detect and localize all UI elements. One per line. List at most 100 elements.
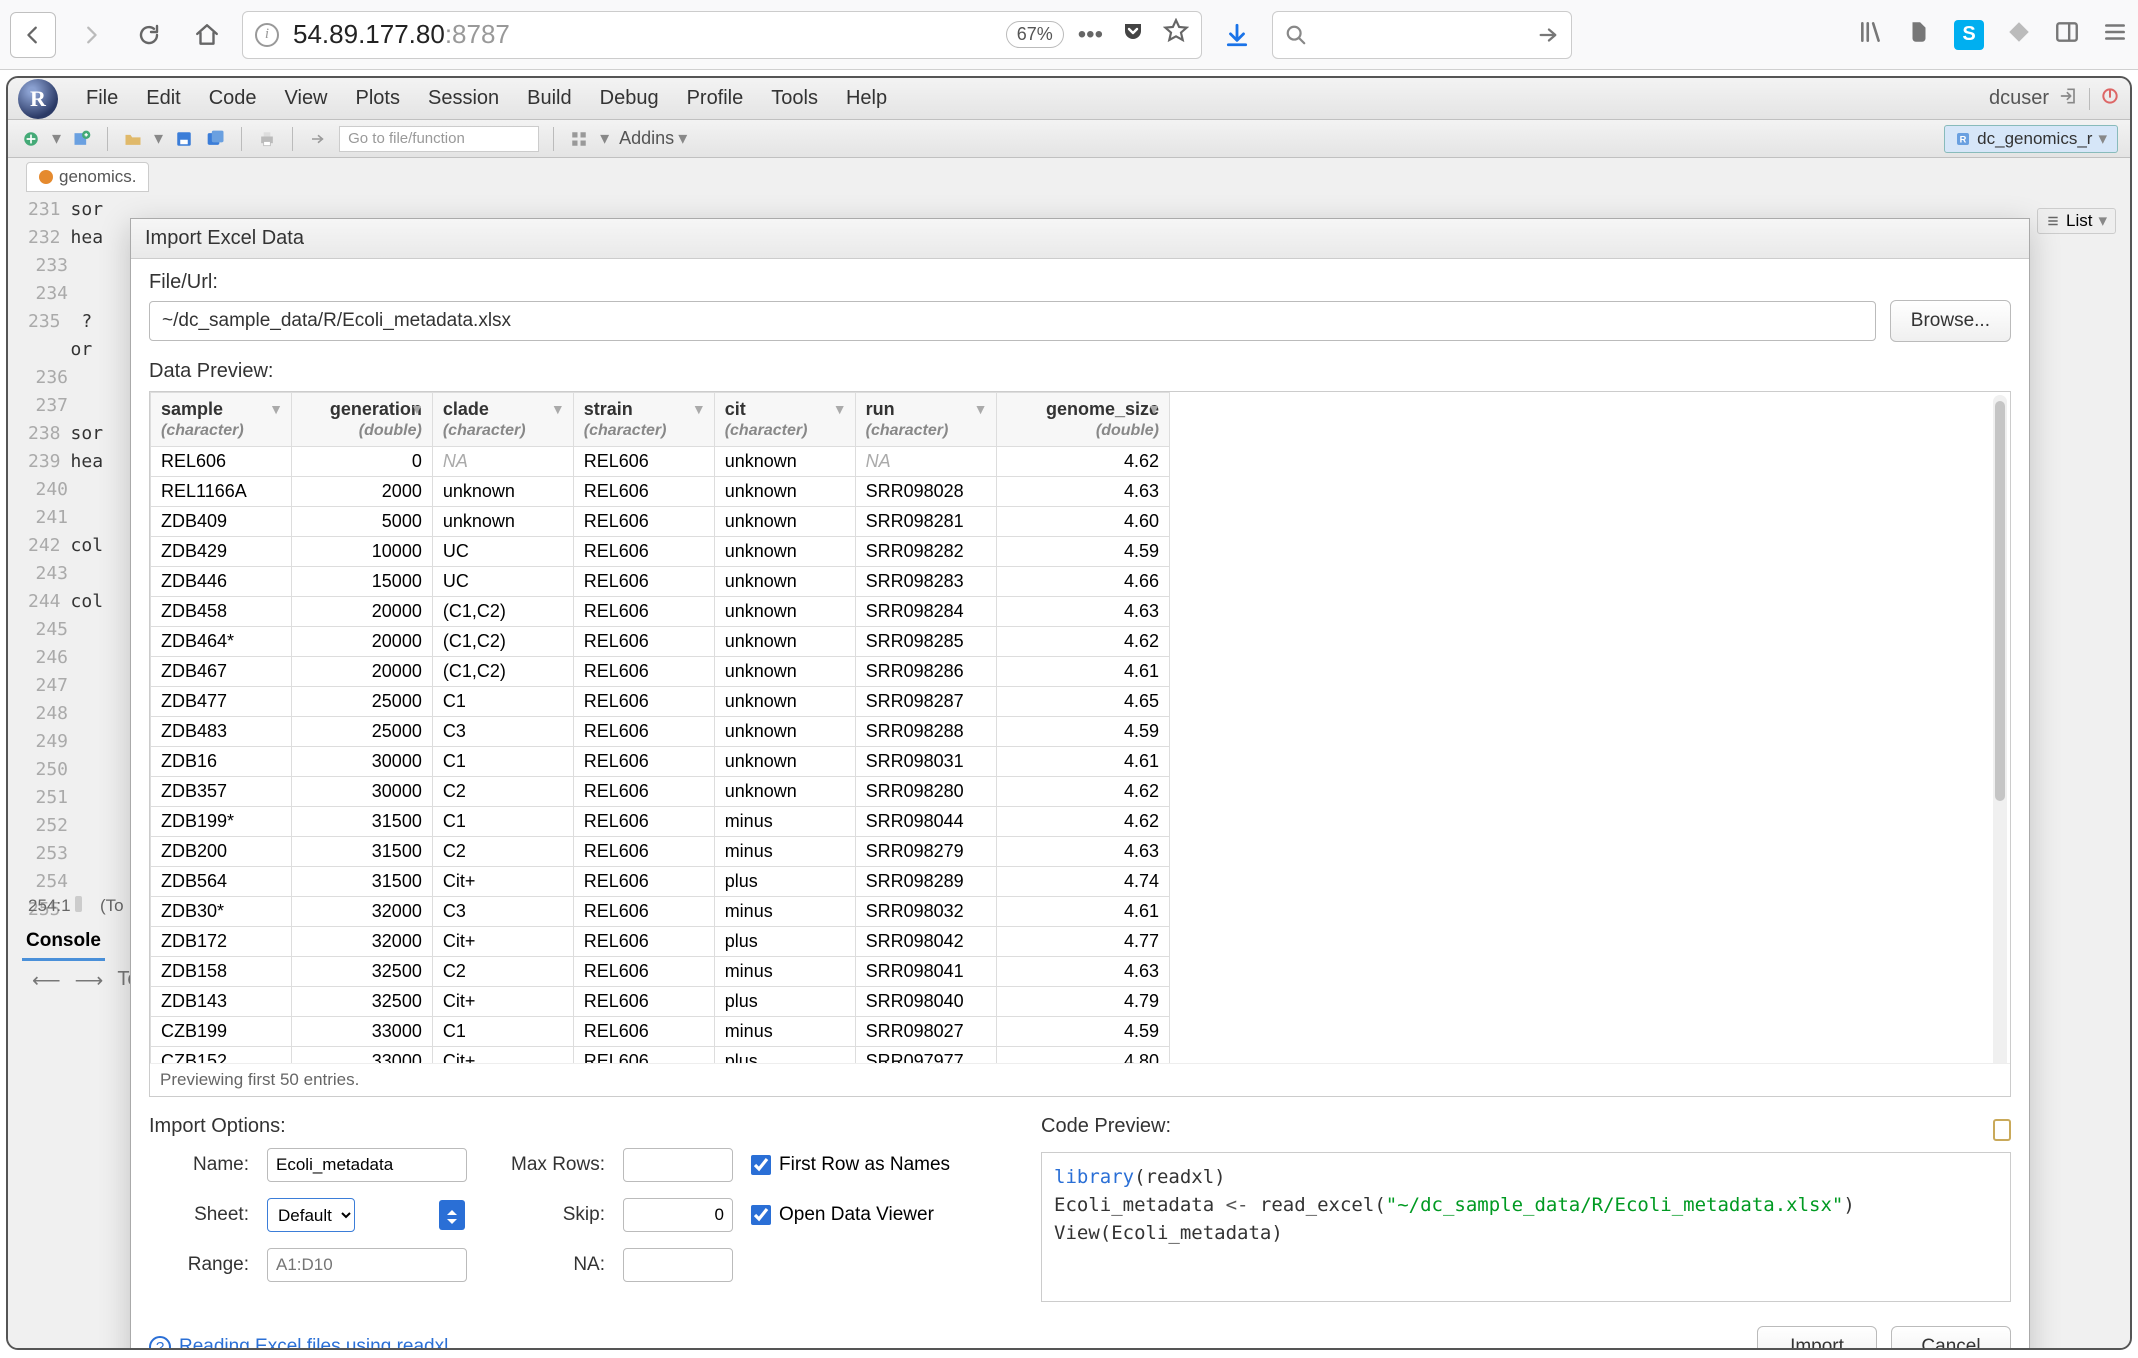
table-row[interactable]: ZDB35730000C2REL606unknownSRR0982804.62 (151, 777, 1170, 807)
table-row[interactable]: REL1166A2000unknownREL606unknownSRR09802… (151, 477, 1170, 507)
username-label: dcuser (1989, 87, 2049, 110)
col-header-sample[interactable]: sample(character)▼ (151, 393, 292, 447)
opt-open-viewer-check[interactable] (751, 1205, 771, 1225)
modal-overlay: Import Excel Data File/Url: Browse... Da… (8, 158, 2130, 1348)
menu-code[interactable]: Code (195, 83, 271, 113)
opt-na-label: NA: (485, 1254, 605, 1276)
table-row[interactable]: ZDB15832500C2REL606minusSRR0980414.63 (151, 957, 1170, 987)
preview-scrollbar[interactable] (1993, 395, 2007, 1093)
back-button[interactable] (10, 12, 56, 58)
opt-sheet-select[interactable]: Default (267, 1198, 355, 1232)
table-row[interactable]: ZDB56431500Cit+REL606plusSRR0982894.74 (151, 867, 1170, 897)
menu-file[interactable]: File (72, 83, 132, 113)
col-header-clade[interactable]: clade(character)▼ (432, 393, 573, 447)
library-icon[interactable] (1858, 19, 1884, 51)
skype-icon[interactable]: S (1954, 20, 1984, 50)
bookmark-star-icon[interactable] (1163, 18, 1189, 51)
table-row[interactable]: ZDB464*20000(C1,C2)REL606unknownSRR09828… (151, 627, 1170, 657)
table-row[interactable]: ZDB4095000unknownREL606unknownSRR0982814… (151, 507, 1170, 537)
opt-range-input[interactable] (267, 1248, 467, 1282)
goto-file-input[interactable]: Go to file/function (339, 126, 539, 152)
forward-button[interactable] (68, 12, 114, 58)
file-url-input[interactable] (149, 301, 1876, 341)
menu-debug[interactable]: Debug (586, 83, 673, 113)
print-icon[interactable] (256, 128, 278, 150)
col-header-cit[interactable]: cit(character)▼ (714, 393, 855, 447)
pocket-icon[interactable] (1121, 19, 1145, 50)
browse-button[interactable]: Browse... (1890, 300, 2011, 342)
notification-icon[interactable] (2006, 19, 2032, 51)
table-row[interactable]: ZDB48325000C3REL606unknownSRR0982884.59 (151, 717, 1170, 747)
table-row[interactable]: ZDB45820000(C1,C2)REL606unknownSRR098284… (151, 597, 1170, 627)
site-info-icon[interactable]: i (255, 23, 279, 47)
new-file-icon[interactable] (20, 128, 42, 150)
menu-help[interactable]: Help (832, 83, 901, 113)
menu-view[interactable]: View (271, 83, 342, 113)
evernote-icon[interactable] (1906, 19, 1932, 51)
power-icon[interactable] (2100, 86, 2120, 112)
goto-icon (307, 128, 329, 150)
opt-open-viewer-label: Open Data Viewer (779, 1204, 934, 1226)
code-preview-label: Code Preview: (1041, 1115, 1171, 1138)
opt-max-input[interactable] (623, 1148, 733, 1182)
import-options-label: Import Options: (149, 1115, 1011, 1138)
clipboard-icon[interactable] (1993, 1119, 2011, 1141)
table-row[interactable]: ZDB199*31500C1REL606minusSRR0980444.62 (151, 807, 1170, 837)
opt-skip-label: Skip: (485, 1204, 605, 1226)
table-row[interactable]: ZDB42910000UCREL606unknownSRR0982824.59 (151, 537, 1170, 567)
zoom-badge[interactable]: 67% (1006, 21, 1064, 48)
table-row[interactable]: REL6060NAREL606unknownNA4.62 (151, 447, 1170, 477)
table-row[interactable]: ZDB46720000(C1,C2)REL606unknownSRR098286… (151, 657, 1170, 687)
menu-build[interactable]: Build (513, 83, 585, 113)
save-all-icon[interactable] (205, 128, 227, 150)
go-icon[interactable] (1537, 24, 1559, 46)
more-icon[interactable]: ••• (1078, 21, 1103, 49)
opt-skip-input[interactable] (623, 1198, 733, 1232)
col-header-genome_size[interactable]: genome_size(double)▼ (996, 393, 1169, 447)
sidebar-icon[interactable] (2054, 19, 2080, 51)
new-project-icon[interactable] (71, 128, 93, 150)
downloads-button[interactable] (1214, 12, 1260, 58)
opt-first-row-check[interactable] (751, 1155, 771, 1175)
r-logo-icon: R (18, 79, 58, 119)
data-preview-table[interactable]: sample(character)▼generation(double)▼cla… (149, 391, 2011, 1097)
search-bar[interactable] (1272, 11, 1572, 59)
rstudio-window: R FileEditCodeViewPlotsSessionBuildDebug… (6, 76, 2132, 1350)
import-button[interactable]: Import (1757, 1326, 1877, 1350)
url-text: 54.89.177.80:8787 (293, 19, 992, 50)
table-row[interactable]: ZDB47725000C1REL606unknownSRR0982874.65 (151, 687, 1170, 717)
url-bar[interactable]: i 54.89.177.80:8787 67% ••• (242, 11, 1202, 59)
data-preview-label: Data Preview: (149, 360, 2011, 383)
col-header-generation[interactable]: generation(double)▼ (291, 393, 432, 447)
menu-icon[interactable] (2102, 19, 2128, 51)
addins-menu[interactable]: Addins▾ (619, 128, 687, 149)
save-icon[interactable] (173, 128, 195, 150)
home-button[interactable] (184, 12, 230, 58)
toolbar: ▾ ▾ Go to file/function ▾ Addins▾ R dc_g… (8, 120, 2130, 158)
sign-out-icon[interactable] (2059, 86, 2079, 112)
menu-plots[interactable]: Plots (342, 83, 414, 113)
opt-na-input[interactable] (623, 1248, 733, 1282)
table-row[interactable]: CZB19933000C1REL606minusSRR0980274.59 (151, 1017, 1170, 1047)
menu-edit[interactable]: Edit (132, 83, 194, 113)
search-icon (1285, 24, 1307, 46)
help-link[interactable]: ?Reading Excel files using readxl (149, 1336, 448, 1350)
opt-name-input[interactable] (267, 1148, 467, 1182)
reload-button[interactable] (126, 12, 172, 58)
table-row[interactable]: ZDB30*32000C3REL606minusSRR0980324.61 (151, 897, 1170, 927)
code-preview[interactable]: library(readxl) Ecoli_metadata <- read_e… (1041, 1152, 2011, 1302)
table-row[interactable]: ZDB1630000C1REL606unknownSRR0980314.61 (151, 747, 1170, 777)
col-header-run[interactable]: run(character)▼ (855, 393, 996, 447)
menu-profile[interactable]: Profile (673, 83, 758, 113)
table-row[interactable]: ZDB14332500Cit+REL606plusSRR0980404.79 (151, 987, 1170, 1017)
table-row[interactable]: ZDB17232000Cit+REL606plusSRR0980424.77 (151, 927, 1170, 957)
menu-session[interactable]: Session (414, 83, 513, 113)
project-selector[interactable]: R dc_genomics_r▾ (1944, 125, 2118, 153)
table-row[interactable]: ZDB44615000UCREL606unknownSRR0982834.66 (151, 567, 1170, 597)
col-header-strain[interactable]: strain(character)▼ (573, 393, 714, 447)
open-file-icon[interactable] (122, 128, 144, 150)
table-row[interactable]: ZDB20031500C2REL606minusSRR0982794.63 (151, 837, 1170, 867)
menu-tools[interactable]: Tools (757, 83, 832, 113)
cancel-button[interactable]: Cancel (1891, 1326, 2011, 1350)
grid-icon[interactable] (568, 128, 590, 150)
